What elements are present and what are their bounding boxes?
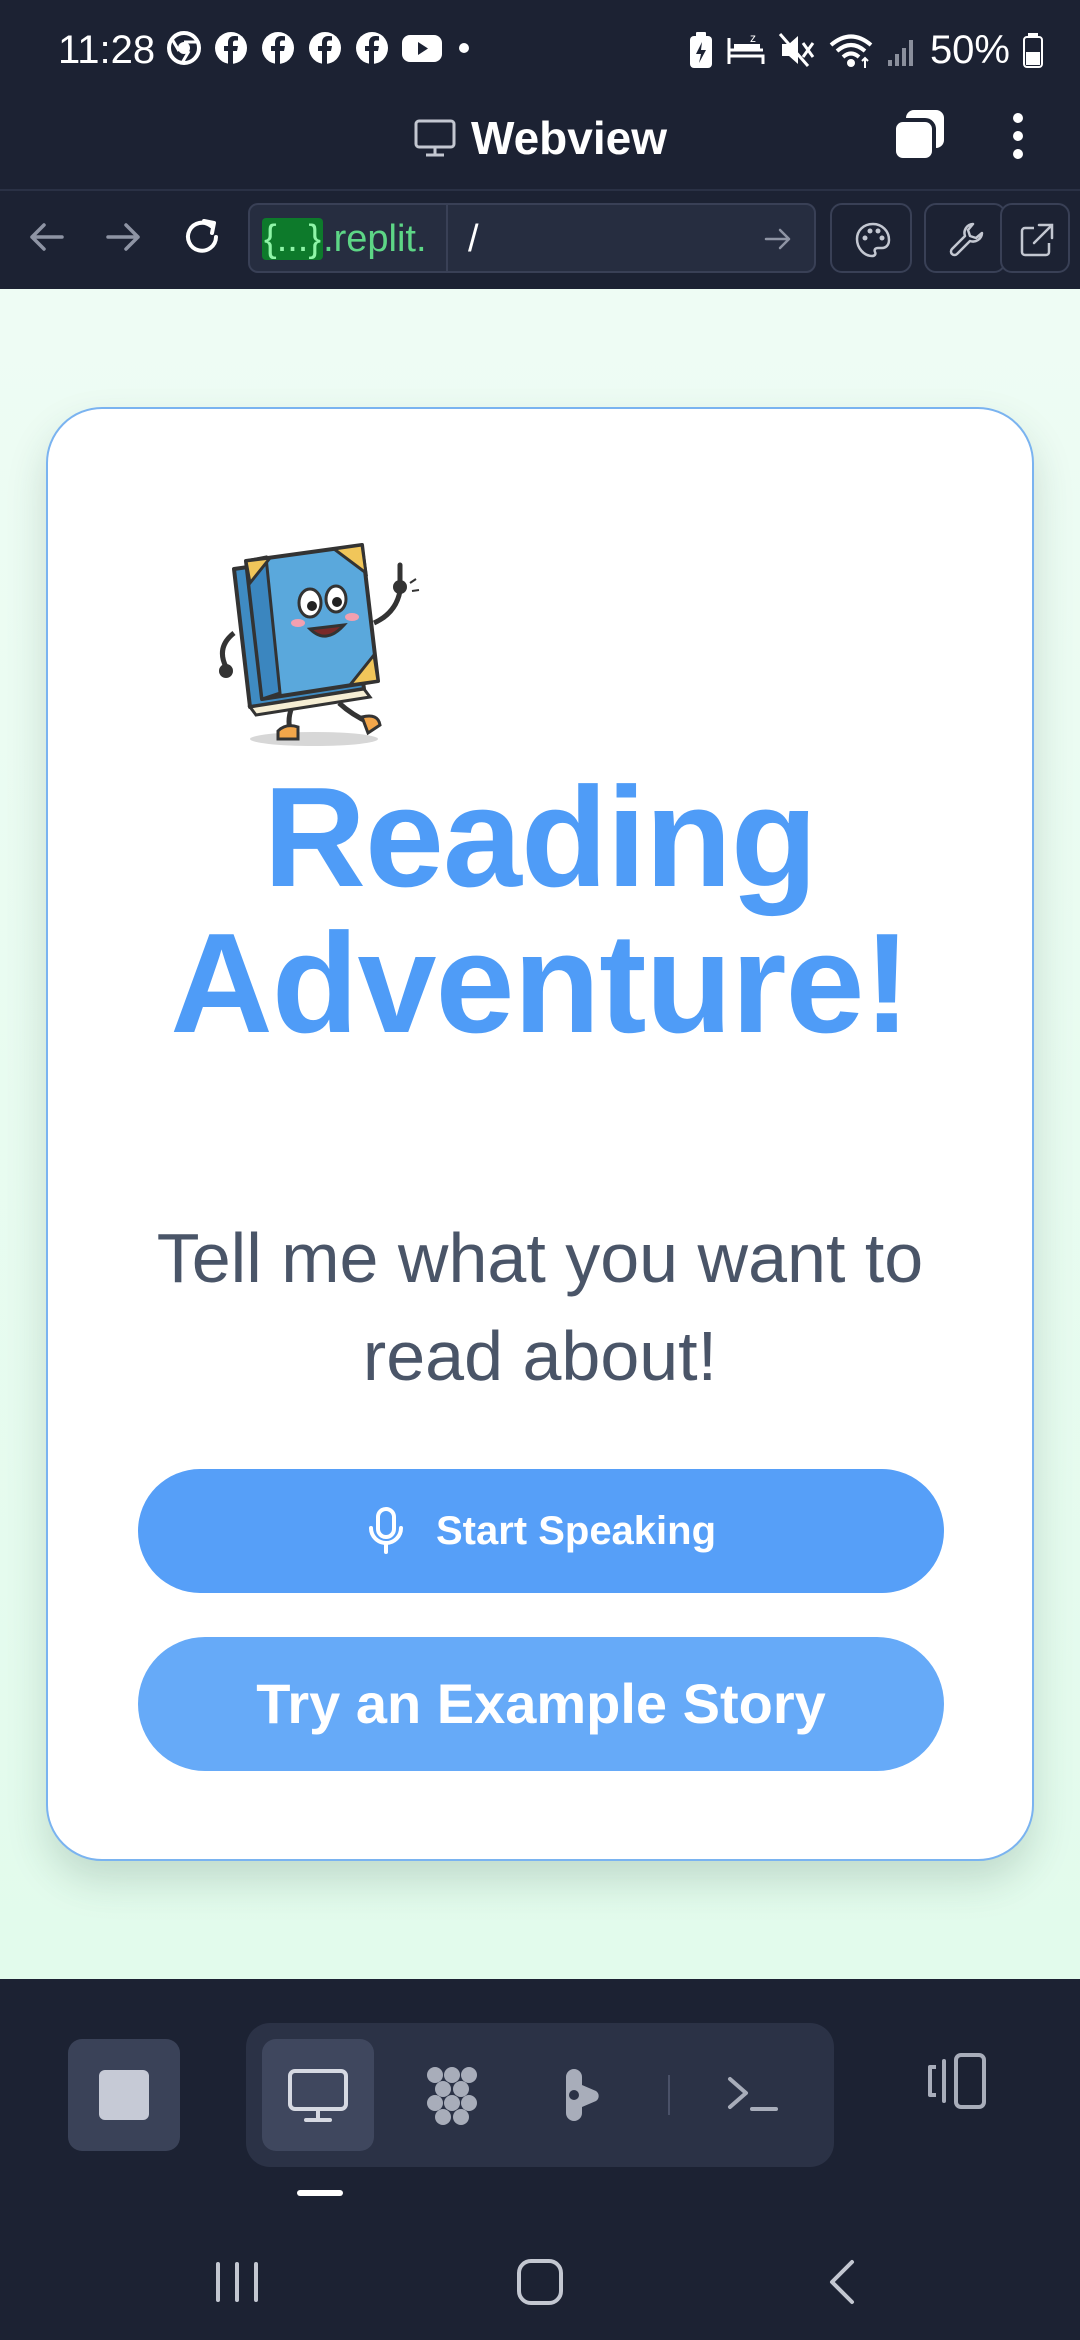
battery-saver-icon (689, 32, 712, 68)
url-domain-suffix: .replit. (323, 218, 427, 260)
url-bar-row: {...}.replit. / (0, 191, 1080, 289)
shell-icon (728, 2077, 778, 2111)
system-status-icons: z 50% (688, 26, 1044, 74)
webview-pane-icon (288, 2069, 348, 2122)
pane-switcher (246, 2023, 834, 2167)
page-headline: Reading Adventure! (48, 765, 1032, 1057)
back-icon[interactable] (820, 2256, 864, 2308)
book-mascot-illustration (219, 543, 420, 746)
forward-arrow-icon[interactable] (100, 213, 148, 261)
mute-icon (778, 33, 815, 67)
headline-line-1: Reading (263, 758, 817, 917)
stop-button[interactable] (68, 2039, 180, 2151)
page-subtitle: Tell me what you want to read about! (156, 1219, 924, 1395)
more-vertical-icon[interactable] (1000, 104, 1036, 168)
youtube-icon (402, 35, 442, 62)
go-arrow-icon[interactable] (762, 223, 794, 255)
start-speaking-button[interactable]: Start Speaking (138, 1469, 944, 1593)
status-time: 11:28 (58, 28, 156, 72)
example-story-label: Try an Example Story (256, 1672, 826, 1735)
signal-icon (887, 40, 913, 66)
active-pane-indicator (297, 2190, 343, 2196)
facebook-icon (215, 32, 247, 64)
example-story-button[interactable]: Try an Example Story (138, 1637, 944, 1771)
facebook-icon (356, 32, 388, 64)
webview-content: Reading Adventure! Tell me what you want… (0, 289, 1080, 1979)
sleep-mode-icon: z (727, 31, 765, 64)
svg-text:z: z (750, 31, 756, 45)
webview-title-bar: Webview (0, 100, 1080, 191)
back-arrow-icon[interactable] (22, 213, 70, 261)
battery-percent: 50% (929, 28, 1010, 72)
recents-icon[interactable] (210, 2256, 264, 2308)
notification-icons (166, 30, 474, 66)
more-dot-icon (459, 43, 469, 53)
pane-divider (668, 2075, 670, 2115)
headline-line-2: Adventure! (170, 904, 911, 1063)
stop-icon (99, 2070, 149, 2120)
open-external-icon (1020, 223, 1054, 257)
reload-icon[interactable] (178, 213, 226, 261)
battery-icon (1023, 33, 1043, 68)
layout-icon[interactable] (916, 2043, 996, 2123)
agent-icon (566, 2069, 599, 2121)
welcome-card: Reading Adventure! Tell me what you want… (46, 407, 1034, 1861)
chrome-icon (167, 31, 201, 65)
status-bar: 11:28 z 50% (0, 0, 1080, 100)
start-speaking-label: Start Speaking (435, 1509, 717, 1553)
home-icon[interactable] (510, 2254, 570, 2310)
url-domain-prefix: {...} (262, 218, 324, 260)
url-path[interactable]: / (468, 215, 479, 263)
phone-screen: 11:28 z 50% Webview {...}.replit. / Read… (0, 0, 1080, 2340)
wifi-icon (829, 34, 873, 68)
wrench-icon (949, 222, 984, 257)
android-navigation-bar (0, 2230, 1080, 2340)
url-input[interactable]: {...}.replit. / (248, 203, 816, 273)
url-separator (446, 205, 448, 271)
facebook-icon (309, 32, 341, 64)
palette-button[interactable] (830, 203, 912, 273)
packages-pane-button[interactable] (396, 2039, 508, 2151)
monitor-icon (414, 119, 456, 157)
palette-icon (855, 222, 891, 258)
open-external-button[interactable] (1000, 203, 1070, 273)
webview-pane-button[interactable] (262, 2039, 374, 2151)
facebook-icon (262, 32, 294, 64)
tabs-icon[interactable] (888, 104, 952, 168)
shell-pane-button[interactable] (698, 2039, 810, 2151)
devtools-button[interactable] (924, 203, 1006, 273)
workspace-toolbar (0, 1979, 1080, 2230)
page-title: Webview (471, 112, 667, 164)
agent-pane-button[interactable] (530, 2039, 642, 2151)
packages-icon (427, 2067, 477, 2125)
microphone-icon (368, 1507, 403, 1554)
